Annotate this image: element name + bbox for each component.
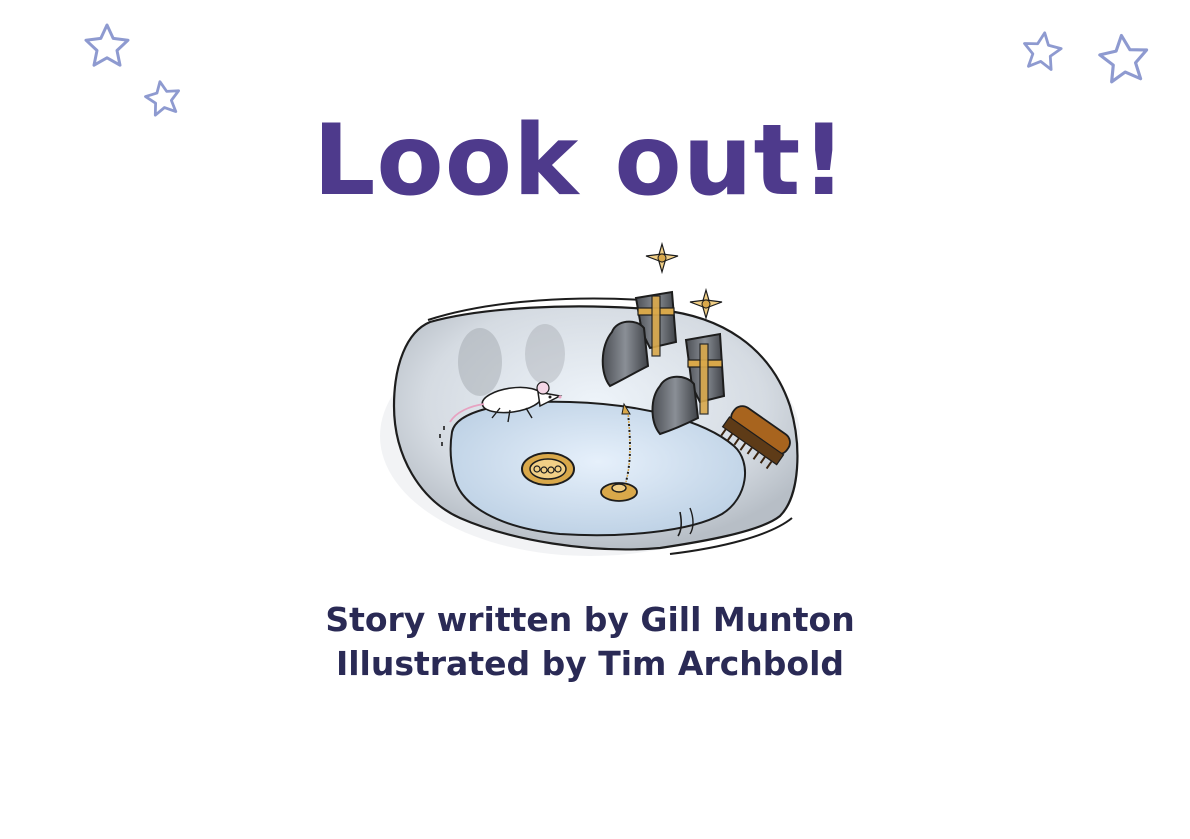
star-icon [1098, 33, 1149, 84]
credits: Story written by Gill Munton Illustrated… [0, 598, 1180, 686]
drain-icon [521, 452, 575, 486]
star-icon [1023, 31, 1063, 71]
star-icon [84, 23, 130, 67]
book-cover-page: Look out! Story written by Gill Munton I… [0, 0, 1190, 839]
sink-illustration [380, 241, 800, 556]
author-credit: Story written by Gill Munton [325, 600, 855, 639]
book-title: Look out! [312, 104, 848, 218]
illustrator-credit: Illustrated by Tim Archbold [335, 644, 845, 683]
